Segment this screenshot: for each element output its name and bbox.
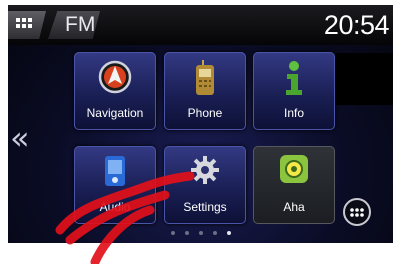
red-pointer-scribble <box>55 171 195 264</box>
